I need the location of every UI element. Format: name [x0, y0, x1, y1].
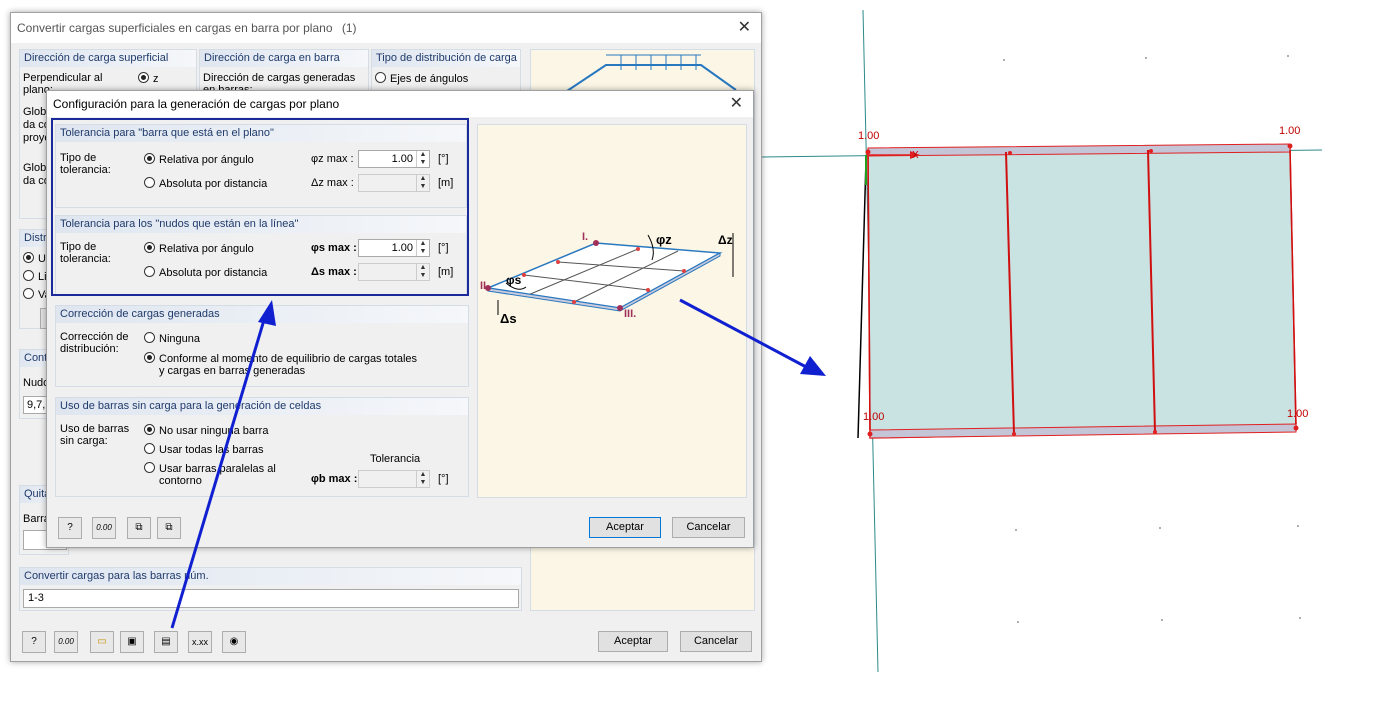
model-viewport[interactable]: 1.00 1.00 1.00 1.00 X	[760, 10, 1322, 672]
group-header: Corrección de cargas generadas	[56, 306, 468, 323]
config-cancel-button[interactable]: Cancelar	[672, 517, 745, 538]
format-icon[interactable]: x.xx	[188, 631, 212, 653]
tolerance-label: Tolerancia	[370, 453, 421, 465]
conform-radio[interactable]: Conforme al momento de equilibrio de car…	[144, 352, 417, 365]
model-canvas	[760, 10, 1322, 672]
axis-x-label: X	[912, 150, 919, 161]
phi-b-label: φb max :	[311, 473, 358, 485]
parallel-bars-radio[interactable]: Usar barras paralelas al	[144, 462, 276, 475]
angle-axes-radio[interactable]: Ejes de ángulos	[375, 72, 468, 85]
group-header: Convertir cargas para las barras núm.	[20, 568, 521, 585]
point-ii-label: II.	[480, 280, 490, 292]
main-dialog-title: Convertir cargas superficiales en cargas…	[17, 21, 333, 35]
save-icon[interactable]: ▣	[120, 631, 144, 653]
close-icon[interactable]: ✕	[738, 13, 751, 43]
unloaded-label: Uso de barras sin carga:	[60, 423, 130, 447]
phi-z-diagram-label: φz	[656, 232, 672, 247]
main-cancel-button[interactable]: Cancelar	[680, 631, 752, 652]
close-icon[interactable]: ✕	[730, 91, 743, 117]
group-header: Uso de barras sin carga para la generaci…	[56, 398, 468, 415]
phi-b-unit: [°]	[438, 473, 449, 485]
delta-s-diagram-label: Δs	[500, 311, 517, 326]
all-bars-radio[interactable]: Usar todas las barras	[144, 443, 264, 456]
correction-label: Corrección de distribución:	[60, 331, 129, 355]
main-accept-button[interactable]: Aceptar	[598, 631, 668, 652]
load-label-top-right: 1.00	[1279, 125, 1301, 137]
highlight-frame	[51, 118, 469, 296]
delta-z-diagram-label: Δz	[718, 233, 733, 247]
unloaded-bars-group: Uso de barras sin carga para la generaci…	[55, 397, 469, 497]
conform-radio-line2: y cargas en barras generadas	[159, 365, 306, 377]
z-direction-radio[interactable]: z	[138, 72, 159, 85]
main-dialog-titlebar: Convertir cargas superficiales en cargas…	[11, 13, 761, 43]
help-icon[interactable]: ?	[22, 631, 46, 653]
units-icon[interactable]: 0.00	[54, 631, 78, 653]
convert-bars-group: Convertir cargas para las barras núm. 1-…	[19, 567, 522, 611]
main-dialog-title-count: (1)	[341, 21, 357, 35]
load-label-bottom-left: 1.00	[863, 411, 885, 423]
phi-s-diagram-label: φs	[506, 273, 522, 287]
group-header: Dirección de carga superficial	[20, 50, 196, 67]
config-dialog-titlebar: Configuración para la generación de carg…	[47, 91, 753, 117]
group-header: Dirección de carga en barra	[200, 50, 368, 67]
spin-icon[interactable]: ▲ ▼	[416, 471, 429, 487]
no-bars-radio[interactable]: No usar ninguna barra	[144, 424, 268, 437]
phi-b-max-input[interactable]: ▲ ▼	[358, 470, 430, 488]
help-icon[interactable]: ?	[58, 517, 82, 539]
group-header: Tipo de distribución de carga	[372, 50, 520, 67]
copy-icon[interactable]: ⧉	[127, 517, 151, 539]
load-label-top-left: 1.00	[858, 130, 880, 142]
correction-group: Corrección de cargas generadas Correcció…	[55, 305, 469, 387]
none-radio[interactable]: Ninguna	[144, 332, 200, 345]
convert-bars-input[interactable]: 1-3	[23, 589, 519, 608]
point-i-label: I.	[582, 231, 589, 243]
view-icon[interactable]: ◉	[222, 631, 246, 653]
open-folder-icon[interactable]: ▭	[90, 631, 114, 653]
parallel-bars-line2: contorno	[159, 475, 202, 487]
units-icon[interactable]: 0.00	[92, 517, 116, 539]
paste-icon[interactable]: ⧉	[157, 517, 181, 539]
load-label-bottom-right: 1.00	[1287, 408, 1309, 420]
config-dialog-title: Configuración para la generación de carg…	[53, 97, 340, 111]
tolerance-diagram: I. II. III. φz φs Δz Δs	[477, 124, 747, 498]
config-accept-button[interactable]: Aceptar	[589, 517, 661, 538]
settings-icon[interactable]: ▤	[154, 631, 178, 653]
point-iii-label: III.	[624, 308, 637, 320]
config-dialog: Configuración para la generación de carg…	[46, 90, 754, 548]
